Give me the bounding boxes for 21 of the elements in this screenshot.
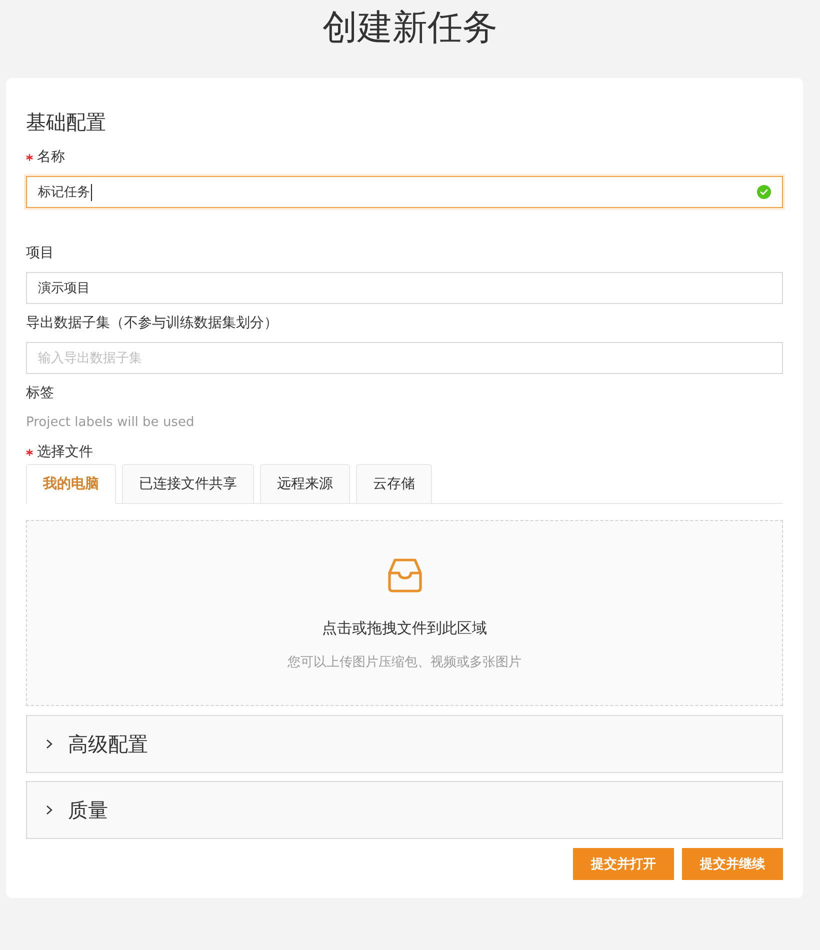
dropzone-hint: 您可以上传图片压缩包、视频或多张图片 <box>288 654 522 672</box>
text-input[interactable]: 演示项目 <box>26 272 783 304</box>
text-input[interactable]: 标记任务 <box>26 176 783 208</box>
source-tab[interactable]: 远程来源 <box>260 464 350 504</box>
upload-dropzone[interactable]: 点击或拖拽文件到此区域 您可以上传图片压缩包、视频或多张图片 <box>26 520 783 706</box>
page-title: 创建新任务 <box>322 7 498 50</box>
dropzone-title: 点击或拖拽文件到此区域 <box>322 618 487 639</box>
field-label: 导出数据子集（不参与训练数据集划分） <box>26 314 278 333</box>
source-tab[interactable]: 云存储 <box>356 464 432 504</box>
collapse-panel[interactable]: 高级配置 <box>26 715 783 773</box>
collapse-panel[interactable]: 质量 <box>26 781 783 839</box>
section-title: 基础配置 <box>26 109 106 136</box>
success-check-icon <box>757 185 771 199</box>
field-label: 标签 <box>26 384 54 403</box>
text-cursor-icon <box>91 184 92 200</box>
field-label: 项目 <box>26 244 54 263</box>
field-label: 名称 <box>37 148 65 167</box>
source-tab[interactable]: 已连接文件共享 <box>122 464 254 504</box>
labels-note: Project labels will be used <box>26 414 194 432</box>
inbox-tray-icon <box>386 556 424 594</box>
field-label: 选择文件 <box>37 443 93 462</box>
